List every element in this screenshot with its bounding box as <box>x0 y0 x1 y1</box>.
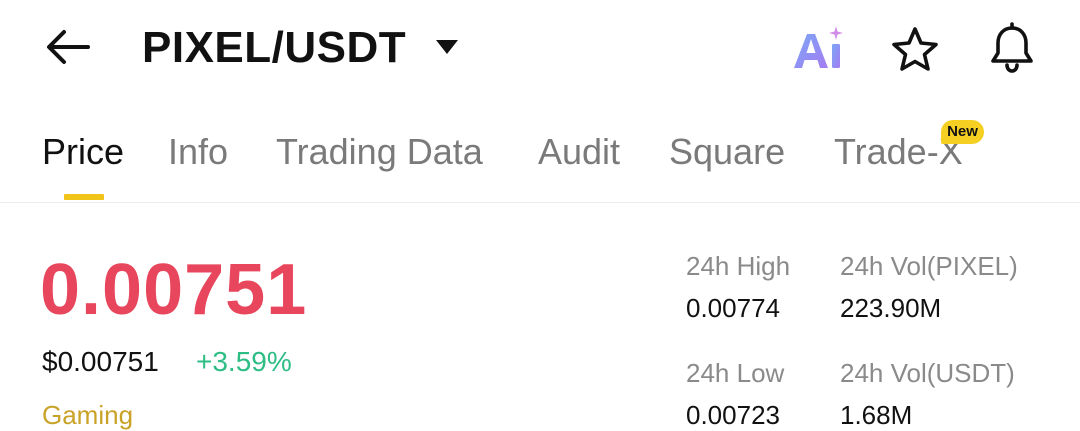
ai-icon <box>794 26 843 68</box>
high-label: 24h High <box>686 251 791 281</box>
favorite-button[interactable] <box>888 24 942 76</box>
tab-price[interactable]: Price <box>42 130 124 174</box>
trading-pair-title[interactable]: PIXEL/USDT <box>142 20 406 76</box>
new-badge: New <box>941 120 984 144</box>
usd-price: $0.00751 <box>42 346 159 377</box>
divider <box>0 202 1080 203</box>
bell-icon <box>991 22 1033 73</box>
ai-assistant-button[interactable] <box>790 22 850 74</box>
arrow-left-icon <box>47 30 90 64</box>
price-change-percent: +3.59% <box>196 346 292 377</box>
low-value: 0.00723 <box>686 400 780 430</box>
high-value: 0.00774 <box>686 293 780 323</box>
active-tab-indicator <box>64 194 104 200</box>
tab-bar: Price Info Trading Data Audit Square Tra… <box>0 120 1080 202</box>
tab-square[interactable]: Square <box>669 130 785 174</box>
market-detail-page: PIXEL/USDT Price Info Trading Data Audit… <box>0 0 1080 431</box>
tab-audit[interactable]: Audit <box>538 130 620 174</box>
tab-trading-data[interactable]: Trading Data <box>276 130 483 174</box>
price-alert-button[interactable] <box>984 20 1040 76</box>
low-label: 24h Low <box>686 358 785 388</box>
tab-info[interactable]: Info <box>168 130 228 174</box>
volume-quote-value: 1.68M <box>840 400 913 430</box>
last-price: 0.00751 <box>40 250 308 330</box>
back-button[interactable] <box>40 22 96 72</box>
category-tag[interactable]: Gaming <box>42 398 133 431</box>
volume-base-value: 223.90M <box>840 293 942 323</box>
caret-down-icon <box>436 40 458 54</box>
volume-quote-label: 24h Vol(USDT) <box>840 358 1015 388</box>
volume-base-label: 24h Vol(PIXEL) <box>840 251 1018 281</box>
pair-dropdown-button[interactable] <box>434 38 460 56</box>
star-icon <box>892 27 938 71</box>
